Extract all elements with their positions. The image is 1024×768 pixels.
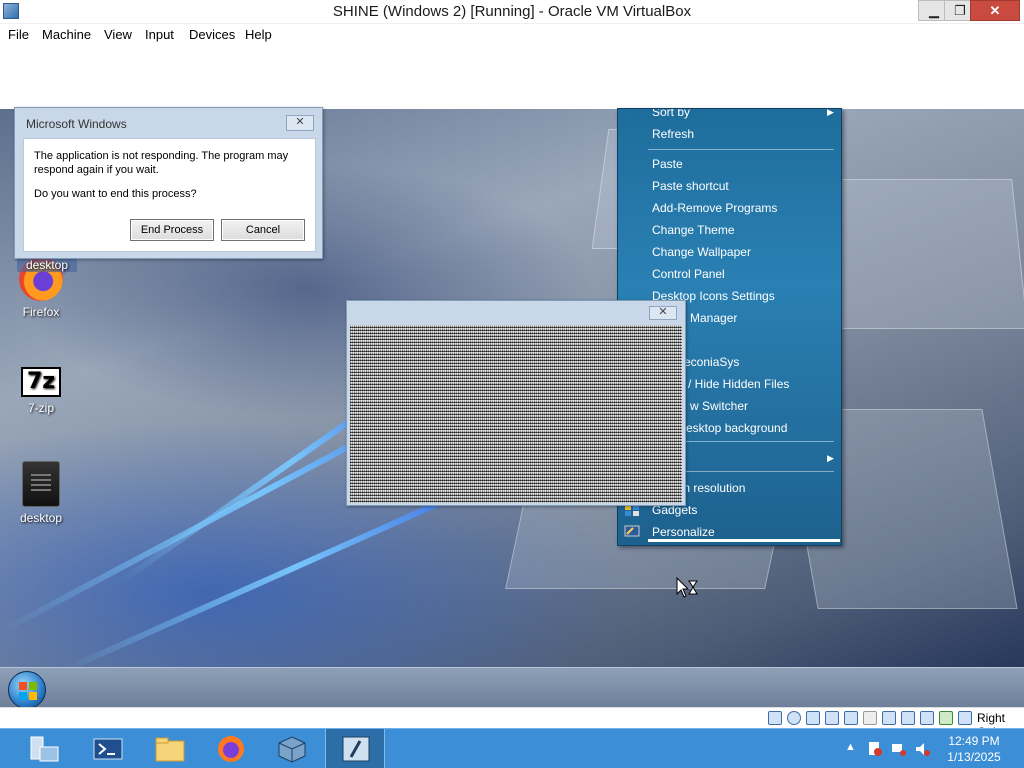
taskbar-virtualbox[interactable] bbox=[262, 729, 322, 768]
virtualbox-icon bbox=[278, 736, 306, 763]
dialog-close-icon[interactable]: ✕ bbox=[286, 115, 314, 131]
tray-overflow-icon[interactable]: ▲ bbox=[845, 741, 856, 753]
host-taskbar: ▲ 12:49 PM 1/13/2025 bbox=[0, 728, 1024, 768]
dialog-body: The application is not responding. The p… bbox=[23, 138, 316, 252]
7zip-icon: 7z bbox=[21, 367, 61, 397]
desktop-icon-label: Firefox bbox=[22, 305, 60, 319]
display-icon[interactable] bbox=[882, 711, 896, 725]
menu-item-paste[interactable]: Paste bbox=[652, 153, 683, 175]
shared-folders-icon[interactable] bbox=[863, 711, 877, 725]
start-button[interactable] bbox=[8, 671, 46, 707]
guest-taskbar bbox=[0, 667, 1024, 707]
dialog-message: The application is not responding. The p… bbox=[34, 150, 289, 176]
recording-icon[interactable] bbox=[901, 711, 915, 725]
network-icon[interactable] bbox=[825, 711, 839, 725]
desktop-icon-7zip[interactable]: 7z 7-zip bbox=[1, 367, 81, 415]
wallpaper-pane bbox=[822, 179, 1024, 329]
action-center-icon[interactable] bbox=[867, 741, 883, 757]
taskbar-powershell[interactable] bbox=[78, 729, 138, 768]
guest-screen[interactable]: Firefox 7z 7-zip desktop Sort by ▶ Refres… bbox=[0, 45, 1024, 707]
busy-cursor-icon bbox=[676, 576, 700, 599]
menu-machine[interactable]: Machine bbox=[42, 27, 91, 42]
menu-item-change-wallpaper[interactable]: Change Wallpaper bbox=[652, 241, 751, 263]
cpu-icon[interactable] bbox=[920, 711, 934, 725]
desktop-icon-label: 7-zip bbox=[27, 401, 54, 415]
personalize-icon bbox=[624, 525, 640, 539]
close-icon[interactable]: ✕ bbox=[649, 306, 677, 320]
powershell-icon bbox=[93, 738, 123, 760]
window-static-content bbox=[350, 325, 682, 503]
desktop-file-icon bbox=[22, 461, 60, 507]
frozen-app-window[interactable]: ✕ bbox=[346, 300, 686, 506]
menu-file[interactable]: File bbox=[8, 27, 29, 42]
close-button[interactable]: ✕ bbox=[970, 0, 1020, 21]
taskbar-firefox[interactable] bbox=[201, 729, 261, 768]
taskbar-server-manager[interactable] bbox=[15, 729, 75, 768]
menu-item-refresh[interactable]: Refresh bbox=[652, 123, 694, 145]
clock-date: 1/13/2025 bbox=[947, 750, 1001, 764]
cancel-button[interactable]: Cancel bbox=[221, 219, 305, 241]
audio-icon[interactable] bbox=[806, 711, 820, 725]
menu-item-paste-shortcut[interactable]: Paste shortcut bbox=[652, 175, 729, 197]
menu-input[interactable]: Input bbox=[145, 27, 174, 42]
window-title: SHINE (Windows 2) [Running] - Oracle VM … bbox=[332, 3, 692, 20]
vbox-menubar: File Machine View Input Devices Help bbox=[0, 24, 1024, 45]
end-process-button[interactable]: End Process bbox=[130, 219, 214, 241]
menu-item-econiasys[interactable]: econiaSys bbox=[684, 351, 739, 373]
menu-item-label: Sort by bbox=[652, 108, 691, 119]
firefox-taskbar-icon bbox=[218, 736, 244, 762]
menu-selection-underline bbox=[648, 539, 840, 542]
vm-window-icon bbox=[342, 736, 370, 762]
menu-item-control-panel[interactable]: Control Panel bbox=[652, 263, 725, 285]
menu-separator bbox=[648, 149, 834, 150]
mouse-integration-icon[interactable] bbox=[958, 711, 972, 725]
optical-drive-icon[interactable] bbox=[787, 711, 801, 725]
menu-item-change-theme[interactable]: Change Theme bbox=[652, 219, 735, 241]
menu-item-manager[interactable]: Manager bbox=[690, 307, 737, 329]
menu-item-desktop-background[interactable]: esktop background bbox=[686, 417, 787, 439]
desktop-icon-label: desktop bbox=[19, 511, 63, 525]
vbox-statusbar: Right Ctrl bbox=[0, 707, 1024, 739]
menu-item-hide-hidden-files[interactable]: / Hide Hidden Files bbox=[688, 373, 789, 395]
not-responding-dialog: Microsoft Windows ✕ The application is n… bbox=[14, 107, 323, 259]
menu-item-window-switcher[interactable]: w Switcher bbox=[690, 395, 748, 417]
clock-time: 12:49 PM bbox=[948, 734, 1000, 748]
menu-view[interactable]: View bbox=[104, 27, 132, 42]
menu-item-sort-by[interactable]: Sort by ▶ bbox=[652, 108, 834, 123]
menu-item-add-remove-programs[interactable]: Add-Remove Programs bbox=[652, 197, 777, 219]
volume-icon[interactable] bbox=[915, 741, 931, 757]
server-manager-icon bbox=[30, 736, 59, 762]
file-explorer-icon bbox=[155, 737, 185, 762]
system-clock[interactable]: 12:49 PM 1/13/2025 bbox=[936, 733, 1012, 765]
desktop-icon-label-partial: desktop bbox=[17, 258, 77, 272]
dialog-title: Microsoft Windows bbox=[26, 117, 127, 131]
menu-help[interactable]: Help bbox=[245, 27, 272, 42]
vbox-titlebar: SHINE (Windows 2) [Running] - Oracle VM … bbox=[0, 0, 1024, 24]
menu-devices[interactable]: Devices bbox=[189, 27, 235, 42]
guest-additions-icon[interactable] bbox=[939, 711, 953, 725]
usb-icon[interactable] bbox=[844, 711, 858, 725]
desktop-icon-desktop[interactable]: desktop bbox=[1, 461, 81, 525]
taskbar-vm-window[interactable] bbox=[325, 729, 385, 768]
dialog-question: Do you want to end this process? bbox=[34, 188, 197, 200]
hard-disk-icon[interactable] bbox=[768, 711, 782, 725]
taskbar-file-explorer[interactable] bbox=[140, 729, 200, 768]
network-tray-icon[interactable] bbox=[891, 741, 907, 757]
